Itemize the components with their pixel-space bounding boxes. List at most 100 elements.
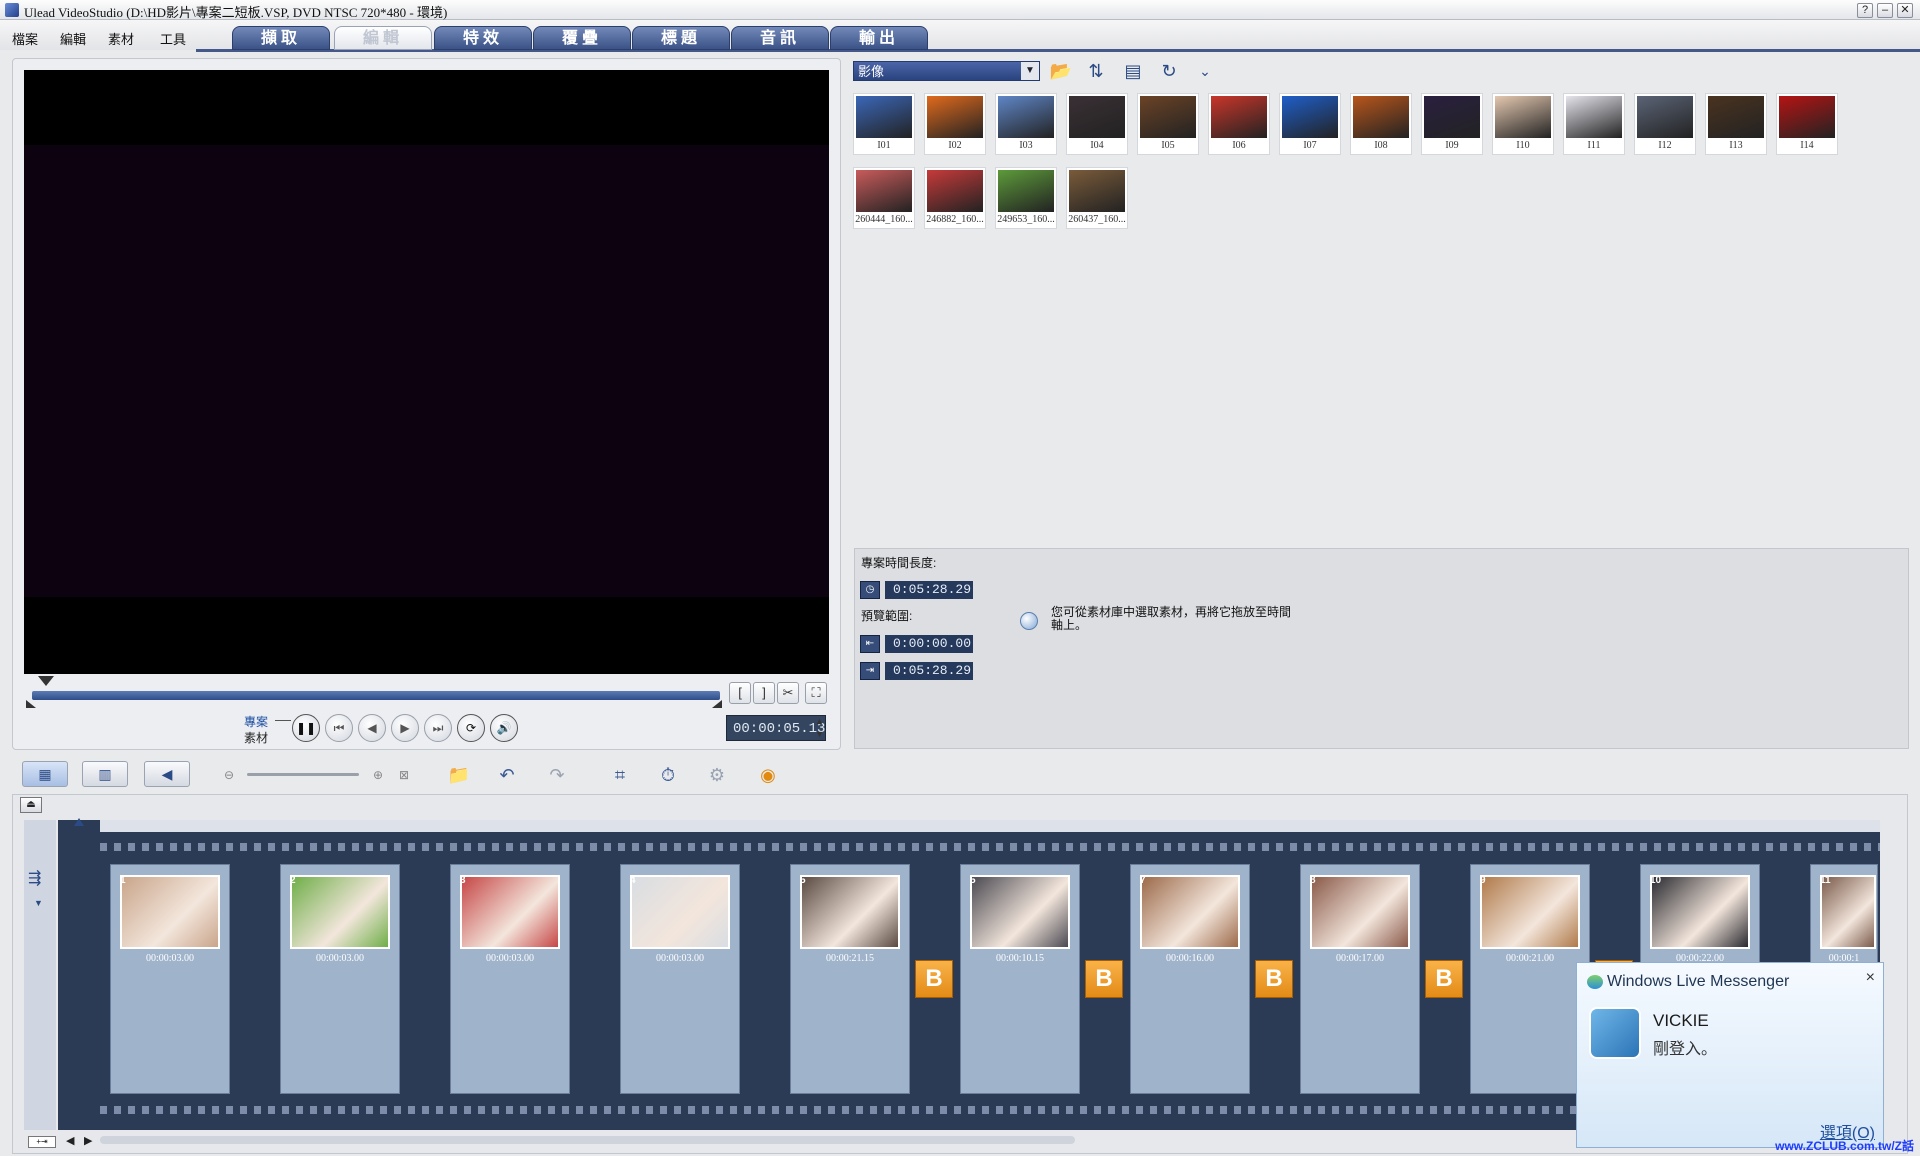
timeline-clip[interactable]: 4 00:00:03.00 [620, 864, 740, 1094]
playhead-icon[interactable] [74, 818, 84, 826]
menu-clip[interactable]: 素材 [108, 29, 134, 48]
transition-icon[interactable]: B [915, 960, 953, 998]
timeline-clip[interactable]: 7 00:00:16.00 [1130, 864, 1250, 1094]
redo-icon[interactable]: ↷ [543, 761, 571, 789]
library-thumbnail[interactable]: 249653_160... [995, 167, 1057, 229]
library-thumbnail[interactable]: I10 [1492, 93, 1554, 155]
sort-icon[interactable]: ⇅ [1083, 59, 1109, 83]
library-thumbnail[interactable]: I05 [1137, 93, 1199, 155]
next-frame-icon[interactable]: ▶ [391, 714, 419, 742]
library-thumbnail[interactable]: I08 [1350, 93, 1412, 155]
insert-media-icon[interactable]: 📁 [445, 761, 473, 789]
library-thumbnail[interactable]: I09 [1421, 93, 1483, 155]
mark-in-button[interactable]: [ [729, 682, 751, 704]
volume-icon[interactable]: 🔊 [490, 714, 518, 742]
pause-icon[interactable]: ❚❚ [292, 714, 320, 742]
expand-options-icon[interactable]: ⌄ [1192, 59, 1218, 83]
timeline-clip[interactable]: 2 00:00:03.00 [280, 864, 400, 1094]
track-manager-icon[interactable]: ⇶ [28, 868, 41, 888]
mode-project-label[interactable]: 專案 [244, 713, 268, 730]
timecode-display[interactable]: 00:00:05.13 [726, 715, 826, 741]
trim-end-handle-icon[interactable] [712, 700, 722, 708]
timeline-clip[interactable]: 3 00:00:03.00 [450, 864, 570, 1094]
range-start-icon[interactable]: ⇤ [860, 635, 880, 653]
add-track-icon[interactable]: +⇥ [28, 1136, 56, 1148]
refresh-icon[interactable]: ↻ [1156, 59, 1182, 83]
storyboard-view-button[interactable]: ▦ [22, 761, 68, 787]
menu-tools[interactable]: 工具 [160, 29, 186, 48]
messenger-notification[interactable]: Windows Live Messenger × VICKIE 剛登入。 選項(… [1576, 962, 1884, 1148]
help-button[interactable]: ? [1857, 3, 1873, 18]
timeline-clip[interactable]: 9 00:00:21.00 [1470, 864, 1590, 1094]
tab-title[interactable]: 標題 [632, 26, 730, 50]
minimize-button[interactable]: – [1877, 3, 1893, 18]
track-dropdown-icon[interactable]: ▼ [34, 898, 43, 908]
timecode-down-icon[interactable]: ▼ [815, 729, 824, 739]
smart-proxy-icon[interactable]: ⌗ [606, 761, 634, 789]
batch-convert-icon[interactable]: ⚙ [703, 761, 731, 789]
library-thumbnail[interactable]: I06 [1208, 93, 1270, 155]
library-thumbnail[interactable]: I01 [853, 93, 915, 155]
timeline-clip[interactable]: 1 00:00:03.00 [110, 864, 230, 1094]
undo-icon[interactable]: ↶ [493, 761, 521, 789]
thumbnail-label: I03 [1019, 140, 1033, 151]
library-thumbnail[interactable]: I11 [1563, 93, 1625, 155]
library-thumbnail[interactable]: I04 [1066, 93, 1128, 155]
split-clip-icon[interactable]: ✂ [777, 682, 799, 704]
jog-marker-icon[interactable] [38, 676, 54, 686]
mark-out-button[interactable]: ] [753, 682, 775, 704]
project-timeline-icon[interactable]: ⏱ [654, 761, 682, 789]
menu-edit[interactable]: 編輯 [60, 29, 86, 48]
tab-edit[interactable]: 編輯 [334, 26, 432, 50]
library-thumbnail[interactable]: 260444_160... [853, 167, 915, 229]
library-thumbnail[interactable]: I03 [995, 93, 1057, 155]
library-thumbnail[interactable]: I14 [1776, 93, 1838, 155]
library-view-icon[interactable]: ▤ [1120, 59, 1146, 83]
timeline-ruler[interactable] [100, 820, 1880, 832]
timeline-view-button[interactable]: ▥ [82, 761, 128, 787]
enlarge-preview-icon[interactable]: ⛶ [805, 682, 827, 704]
tab-effect[interactable]: 特效 [434, 26, 532, 50]
transition-icon[interactable]: B [1085, 960, 1123, 998]
transition-icon[interactable]: B [1255, 960, 1293, 998]
trim-start-handle-icon[interactable] [26, 700, 36, 708]
library-thumbnail[interactable]: 260437_160... [1066, 167, 1128, 229]
collapse-timeline-icon[interactable]: ⏏ [20, 797, 42, 813]
go-start-icon[interactable]: ⏮ [325, 714, 353, 742]
library-thumbnail[interactable]: I07 [1279, 93, 1341, 155]
library-thumbnail[interactable]: I12 [1634, 93, 1696, 155]
tab-capture[interactable]: 擷取 [232, 26, 330, 50]
chevron-down-icon[interactable]: ▼ [1021, 62, 1039, 80]
close-button[interactable]: ✕ [1897, 3, 1913, 18]
repeat-icon[interactable]: ⟳ [457, 714, 485, 742]
scroll-right-icon[interactable]: ▶ [84, 1134, 92, 1147]
timeline-clip[interactable]: 5 00:00:10.15 [960, 864, 1080, 1094]
transition-icon[interactable]: B [1425, 960, 1463, 998]
tab-audio[interactable]: 音訊 [731, 26, 829, 50]
mode-clip-label[interactable]: 素材 [244, 729, 268, 746]
trim-bar[interactable] [32, 691, 720, 700]
zoom-slider[interactable] [247, 773, 359, 776]
library-category-select[interactable]: 影像 ▼ [853, 61, 1040, 81]
range-end-icon[interactable]: ⇥ [860, 662, 880, 680]
library-thumbnail[interactable]: 246882_160... [924, 167, 986, 229]
prev-frame-icon[interactable]: ◀ [358, 714, 386, 742]
scroll-left-icon[interactable]: ◀ [66, 1134, 74, 1147]
close-icon[interactable]: × [1866, 969, 1875, 987]
audio-view-button[interactable]: ◀ [144, 761, 190, 787]
timeline-clip[interactable]: 5 00:00:21.15 [790, 864, 910, 1094]
timecode-up-icon[interactable]: ▲ [815, 716, 824, 726]
zoom-in-icon[interactable]: ⊕ [364, 761, 392, 789]
timeline-clip[interactable]: 8 00:00:17.00 [1300, 864, 1420, 1094]
fit-project-icon[interactable]: ⊠ [390, 761, 418, 789]
go-end-icon[interactable]: ⏭ [424, 714, 452, 742]
zoom-out-icon[interactable]: ⊖ [215, 761, 243, 789]
library-thumbnail[interactable]: I13 [1705, 93, 1767, 155]
folder-open-icon[interactable]: 📂 [1048, 59, 1074, 83]
library-thumbnail[interactable]: I02 [924, 93, 986, 155]
dvd-icon[interactable]: ◉ [754, 761, 782, 789]
menu-file[interactable]: 檔案 [12, 29, 38, 48]
tab-overlay[interactable]: 覆疊 [533, 26, 631, 50]
timeline-scrollbar[interactable] [100, 1136, 1075, 1144]
tab-share[interactable]: 輸出 [830, 26, 928, 50]
